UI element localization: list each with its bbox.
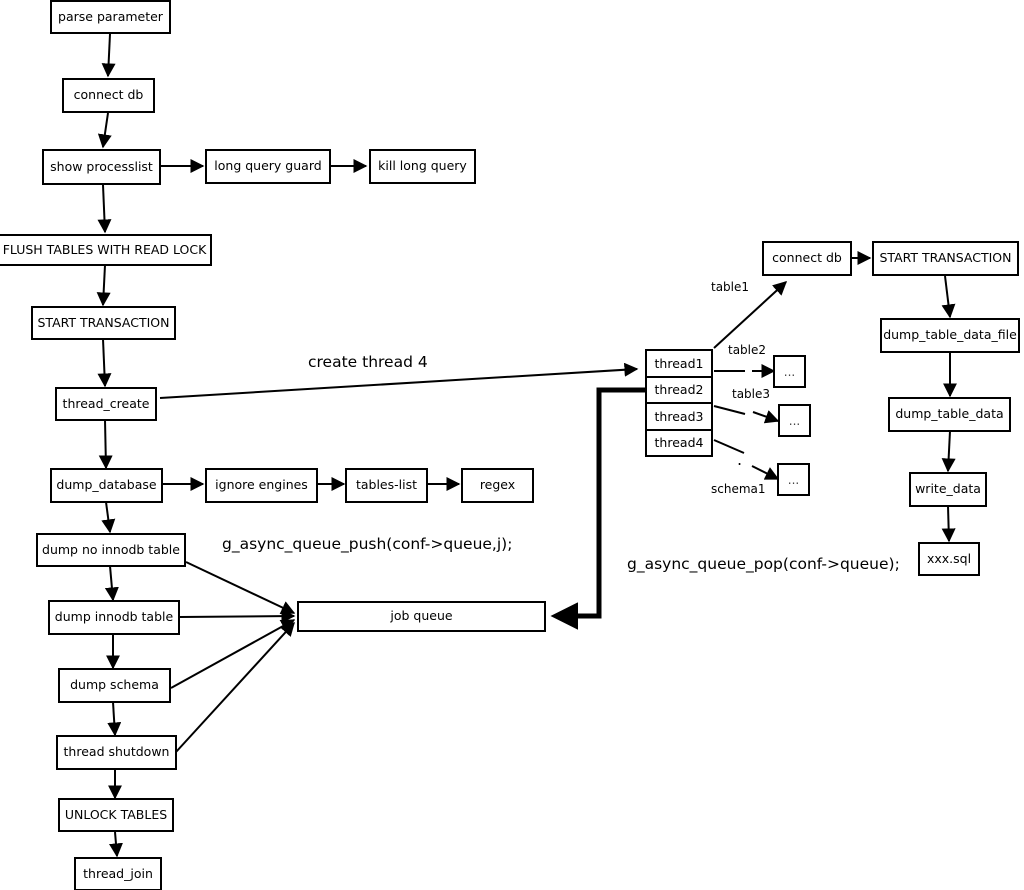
label-table3: table3 xyxy=(732,387,771,401)
thread-stack-cell[interactable]: thread1 xyxy=(647,351,711,378)
node-label: show processlist xyxy=(50,158,153,174)
node-ellipsis-table2[interactable]: ... xyxy=(773,355,806,388)
edge-schema-to-shutdown xyxy=(107,701,122,737)
thread-label: thread1 xyxy=(654,355,704,371)
edge-thread3-to-box xyxy=(752,410,780,424)
node-unlock-tables[interactable]: UNLOCK TABLES xyxy=(58,798,174,832)
edge-threadcreate-to-threadstack xyxy=(159,362,639,399)
edge-threadstack-to-jobqueue-thick xyxy=(550,387,648,630)
ellipsis-label: ... xyxy=(788,413,801,428)
label-schema1: schema1 xyxy=(711,482,766,496)
node-connect-db-main[interactable]: connect db xyxy=(62,78,155,113)
label-table2: table2 xyxy=(728,343,767,357)
node-long-query-guard[interactable]: long query guard xyxy=(205,149,331,184)
edge-noinnodb-to-jobqueue xyxy=(185,561,296,614)
node-ellipsis-schema1[interactable]: ... xyxy=(777,463,810,496)
node-label: UNLOCK TABLES xyxy=(64,806,168,822)
node-connect-db-worker[interactable]: connect db xyxy=(762,241,852,276)
edge-processlist-to-flush xyxy=(97,184,112,234)
node-label: ignore engines xyxy=(215,477,308,493)
node-dump-schema[interactable]: dump schema xyxy=(58,668,171,703)
node-label: long query guard xyxy=(214,158,322,174)
node-label: dump_table_data xyxy=(895,406,1004,422)
thread-stack-cell[interactable]: thread3 xyxy=(647,404,711,431)
thread-label: thread3 xyxy=(654,408,704,424)
edge-unlock-to-threadjoin xyxy=(108,831,123,858)
node-label: thread_join xyxy=(83,865,153,881)
node-label: regex xyxy=(479,477,516,493)
node-label: FLUSH TABLES WITH READ LOCK xyxy=(2,241,207,257)
edge-dumpdata-to-writedata xyxy=(941,430,956,473)
node-dump-innodb-table[interactable]: dump innodb table xyxy=(48,600,180,635)
edge-starttx-to-dumpfile xyxy=(941,275,956,319)
thread-label: thread2 xyxy=(654,382,704,398)
node-ellipsis-table3[interactable]: ... xyxy=(778,404,811,437)
node-thread-join[interactable]: thread_join xyxy=(74,857,162,890)
edge-parse-to-connect xyxy=(101,33,116,78)
node-parse-parameter[interactable]: parse parameter xyxy=(50,0,171,34)
node-ignore-engines[interactable]: ignore engines xyxy=(205,468,318,503)
node-label: parse parameter xyxy=(58,8,163,24)
node-start-transaction-main[interactable]: START TRANSACTION xyxy=(31,306,176,340)
node-dump-database[interactable]: dump_database xyxy=(50,468,163,503)
label-queue-pop: g_async_queue_pop(conf->queue); xyxy=(627,555,900,573)
label-queue-push: g_async_queue_push(conf->queue,j); xyxy=(222,535,513,553)
node-label: START TRANSACTION xyxy=(879,250,1012,266)
edge-threadcreate-to-dumpdb xyxy=(98,419,113,470)
edge-thread3-stub xyxy=(713,405,746,415)
node-dump-table-data-file[interactable]: dump_table_data_file xyxy=(880,318,1020,353)
node-dump-no-innodb-table[interactable]: dump no innodb table xyxy=(36,533,186,567)
node-kill-long-query[interactable]: kill long query xyxy=(369,149,476,184)
node-label: START TRANSACTION xyxy=(37,314,170,330)
edge-thread4-to-box xyxy=(751,465,780,480)
node-show-processlist[interactable]: show processlist xyxy=(42,149,161,185)
node-label: kill long query xyxy=(378,158,467,174)
edge-writedata-to-sqlfile xyxy=(941,505,956,543)
edge-starttx-to-threadcreate xyxy=(97,338,112,388)
thread-stack-cell[interactable]: thread2 xyxy=(647,377,711,404)
ellipsis-label: ... xyxy=(783,364,796,379)
node-label: write_data xyxy=(915,481,981,497)
node-label: dump innodb table xyxy=(54,609,174,625)
node-label: dump no innodb table xyxy=(42,541,180,557)
flowchart-canvas: parse parameter connect db show processl… xyxy=(0,0,1024,890)
label-vertical-dot: . xyxy=(737,450,743,469)
node-label: dump_database xyxy=(56,477,157,493)
edge-shutdown-to-jobqueue xyxy=(175,621,295,753)
edge-noinnodb-to-innodb xyxy=(104,565,119,602)
node-dump-table-data[interactable]: dump_table_data xyxy=(888,397,1011,432)
node-label: dump schema xyxy=(70,677,159,693)
node-flush-tables-with-read-lock[interactable]: FLUSH TABLES WITH READ LOCK xyxy=(0,234,212,266)
node-label: thread shutdown xyxy=(63,744,170,760)
edge-schema-to-jobqueue xyxy=(170,619,296,689)
node-label: dump_table_data_file xyxy=(883,327,1017,343)
node-label: job queue xyxy=(390,608,453,624)
node-label: connect db xyxy=(73,87,144,103)
node-start-transaction-worker[interactable]: START TRANSACTION xyxy=(872,241,1019,276)
node-label: tables-list xyxy=(355,477,418,493)
node-xxx-sql[interactable]: xxx.sql xyxy=(918,542,980,576)
edge-dumpdb-to-noinnodb xyxy=(101,501,116,534)
label-create-thread: create thread 4 xyxy=(308,353,428,371)
node-write-data[interactable]: write_data xyxy=(909,472,987,507)
thread-stack-cell[interactable]: thread4 xyxy=(647,430,711,455)
thread-label: thread4 xyxy=(654,435,704,451)
edge-connect-to-processlist xyxy=(97,112,112,149)
edge-innodb-to-jobqueue xyxy=(179,609,296,624)
node-label: connect db xyxy=(772,250,842,266)
ellipsis-label: ... xyxy=(787,472,800,487)
node-label: thread_create xyxy=(62,395,150,411)
node-tables-list[interactable]: tables-list xyxy=(345,468,428,503)
thread-stack: thread1 thread2 thread3 thread4 xyxy=(645,349,713,457)
node-thread-create[interactable]: thread_create xyxy=(55,387,157,421)
node-regex[interactable]: regex xyxy=(461,468,534,503)
node-job-queue[interactable]: job queue xyxy=(297,601,546,632)
edge-flush-to-starttx xyxy=(96,264,111,307)
label-table1: table1 xyxy=(711,280,750,294)
node-label: xxx.sql xyxy=(926,550,972,566)
node-thread-shutdown[interactable]: thread shutdown xyxy=(56,735,177,770)
